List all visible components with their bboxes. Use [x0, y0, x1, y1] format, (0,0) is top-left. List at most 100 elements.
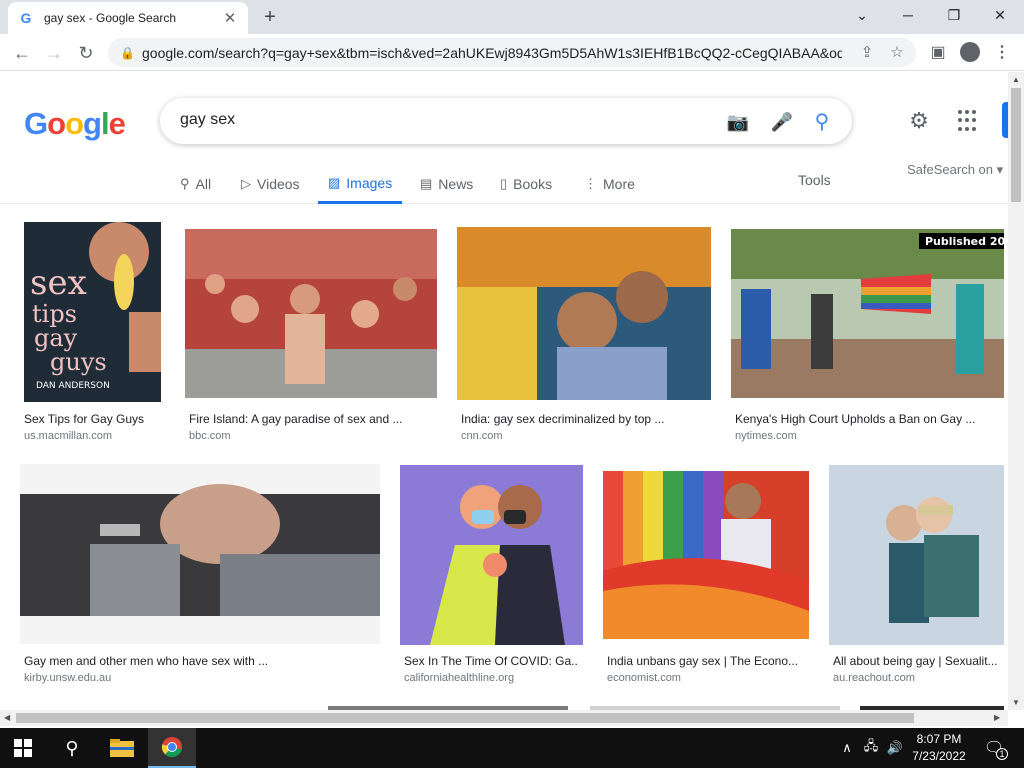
tab-all[interactable]: ⚲ All [180, 164, 211, 204]
tab-label: More [603, 176, 635, 192]
gear-icon[interactable]: ⚙ [906, 108, 932, 134]
result-source: californiahealthline.org [404, 672, 515, 684]
close-window-button[interactable]: ✕ [980, 4, 1020, 26]
result-caption[interactable]: Fire Island: A gay paradise of sex and .… [189, 412, 411, 426]
forward-button[interactable]: → [42, 41, 66, 65]
clock-date: 7/23/2022 [912, 749, 966, 763]
network-icon[interactable]: 🖧 [860, 728, 882, 768]
result-caption[interactable]: Sex In The Time Of COVID: Ga... [404, 654, 578, 668]
browser-tab[interactable]: G gay sex - Google Search ✕ [8, 2, 248, 34]
book-cover-image: sex tips gay guys DAN ANDERSON [24, 222, 161, 402]
scroll-right-icon[interactable]: ▶ [994, 713, 1000, 722]
result-source: nytimes.com [735, 430, 797, 442]
address-url[interactable]: google.com/search?q=gay+sex&tbm=isch&ved… [142, 45, 842, 61]
search-icon[interactable]: ⚲ [48, 728, 96, 768]
notification-count: 1 [996, 748, 1008, 760]
more-vert-icon: ⋮ [584, 176, 597, 191]
profile-avatar-icon[interactable] [960, 42, 980, 62]
start-button[interactable] [0, 728, 46, 768]
image-result[interactable]: Published 20 [731, 229, 1004, 398]
chrome-icon [161, 737, 182, 757]
tab-books[interactable]: ▯ Books [500, 164, 552, 204]
result-caption[interactable]: Sex Tips for Gay Guys [24, 412, 174, 426]
book-author: DAN ANDERSON [36, 381, 110, 391]
photo-men-image [20, 464, 380, 644]
result-source: economist.com [607, 672, 681, 684]
scroll-up-icon[interactable]: ▲ [1012, 75, 1020, 84]
google-logo[interactable]: Google [24, 106, 126, 142]
apps-grid-icon[interactable] [958, 110, 980, 132]
image-result[interactable] [603, 471, 809, 639]
tab-images[interactable]: ▨ Images [318, 164, 403, 204]
bookmark-star-icon[interactable]: ☆ [886, 42, 908, 64]
image-result[interactable] [20, 464, 380, 644]
search-tabs: ⚲ All ▷ Videos ▨ Images ▤ News ▯ Books ⋮ More [0, 164, 1008, 204]
result-caption[interactable]: India unbans gay sex | The Econo... [607, 654, 803, 668]
logo-letter: g [83, 106, 102, 141]
share-icon[interactable]: ⇪ [856, 42, 878, 64]
file-explorer-icon[interactable] [98, 728, 146, 768]
news-icon: ▤ [420, 176, 433, 191]
result-source: kirby.unsw.edu.au [24, 672, 112, 684]
address-bar[interactable]: 🔒 google.com/search?q=gay+sex&tbm=isch&v… [108, 38, 916, 67]
tab-more[interactable]: ⋮ More [584, 164, 635, 204]
tab-label: Images [346, 174, 393, 191]
horizontal-scrollbar[interactable]: ◀ ▶ [0, 710, 1008, 726]
lock-icon: 🔒 [120, 45, 135, 60]
logo-letter: o [47, 106, 66, 141]
scrollbar-thumb[interactable] [1011, 88, 1021, 202]
side-panel-icon[interactable]: ▣ [926, 41, 950, 65]
photo-rainbow-flag-image: Published 20 [731, 229, 1004, 398]
book-title-word: sex [30, 263, 87, 303]
result-caption[interactable]: Kenya's High Court Upholds a Ban on Gay … [735, 412, 985, 426]
notification-center-icon[interactable]: 🗨 1 [978, 728, 1010, 768]
result-caption[interactable]: India: gay sex decriminalized by top ... [461, 412, 691, 426]
browser-toolbar: ← → ↻ 🔒 google.com/search?q=gay+sex&tbm=… [0, 34, 1024, 71]
result-source: bbc.com [189, 430, 231, 442]
minimize-button[interactable]: ─ [888, 4, 928, 26]
tab-search-icon[interactable]: ⌄ [842, 4, 882, 26]
scrollbar-thumb[interactable] [16, 713, 914, 723]
taskbar-clock[interactable]: 8:07 PM 7/23/2022 [908, 731, 970, 765]
restore-button[interactable]: ❐ [934, 4, 974, 26]
result-source: au.reachout.com [833, 672, 915, 684]
volume-icon[interactable]: 🔊 [884, 728, 906, 768]
search-icon: ⚲ [180, 176, 190, 191]
photo-crowd-image [185, 229, 437, 398]
image-result[interactable] [829, 465, 1004, 645]
scroll-left-icon[interactable]: ◀ [4, 713, 10, 722]
logo-letter: G [24, 106, 48, 141]
new-tab-button[interactable]: + [258, 6, 282, 28]
photo-rainbow-image [603, 471, 809, 639]
image-result[interactable] [457, 227, 711, 400]
image-result[interactable]: sex tips gay guys DAN ANDERSON [24, 222, 161, 402]
book-title-word: guys [50, 348, 107, 376]
image-icon: ▨ [328, 174, 341, 190]
result-caption[interactable]: All about being gay | Sexualit... [833, 654, 1003, 668]
back-button[interactable]: ← [10, 41, 34, 65]
safesearch-label: SafeSearch on [907, 162, 994, 177]
search-input[interactable]: gay sex [180, 111, 235, 129]
chrome-taskbar-button[interactable] [148, 728, 196, 768]
result-caption[interactable]: Gay men and other men who have sex with … [24, 654, 324, 668]
safesearch-toggle[interactable]: SafeSearch on ▾ [907, 162, 1003, 178]
search-icon[interactable]: ⚲ [810, 110, 834, 134]
tab-videos[interactable]: ▷ Videos [241, 164, 300, 204]
tab-close-icon[interactable]: ✕ [222, 9, 238, 27]
show-hidden-icons-icon[interactable]: ∧ [836, 728, 858, 768]
tools-button[interactable]: Tools [798, 172, 831, 188]
scroll-down-icon[interactable]: ▼ [1012, 698, 1020, 707]
microphone-icon[interactable]: 🎤 [770, 110, 794, 134]
image-result[interactable] [400, 465, 583, 645]
result-source: cnn.com [461, 430, 503, 442]
google-images-page: Google gay sex 📷 🎤 ⚲ ⚙ ⚲ All ▷ Videos ▨ Ima… [0, 72, 1008, 710]
image-result[interactable] [185, 229, 437, 398]
menu-kebab-icon[interactable]: ⋮ [990, 41, 1014, 65]
book-icon: ▯ [500, 176, 508, 191]
reload-button[interactable]: ↻ [74, 41, 98, 65]
camera-icon[interactable]: 📷 [726, 110, 750, 134]
vertical-scrollbar[interactable]: ▲ ▼ [1008, 72, 1024, 710]
tab-news[interactable]: ▤ News [420, 164, 473, 204]
search-box[interactable]: gay sex 📷 🎤 ⚲ [160, 98, 852, 144]
tab-label: News [438, 176, 474, 192]
